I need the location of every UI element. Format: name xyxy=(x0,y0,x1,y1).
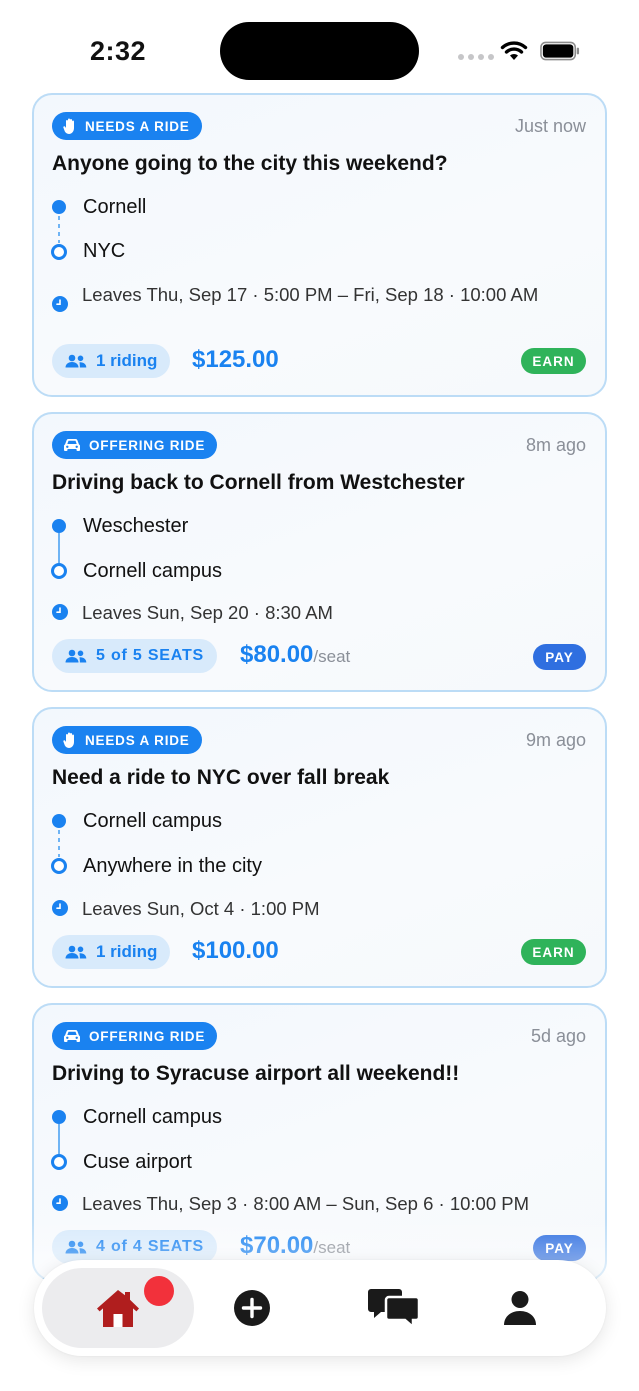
clock-icon xyxy=(52,900,68,916)
price-amount: $80.00 xyxy=(240,641,314,668)
add-icon xyxy=(234,1290,270,1326)
battery-icon xyxy=(540,41,580,61)
route-line xyxy=(58,533,60,563)
ride-price: $70.00/seat xyxy=(240,1232,350,1260)
ride-post-card[interactable]: OFFERING RIDE 5d ago Driving to Syracuse… xyxy=(32,1003,607,1281)
chat-bubbles-icon xyxy=(368,1289,421,1330)
seats-count-label: 4 of 4 SEATS xyxy=(96,1238,204,1255)
ride-price: $80.00/seat xyxy=(240,641,350,669)
post-time-ago: Just now xyxy=(514,116,586,136)
price-amount: $100.00 xyxy=(192,937,279,964)
ride-post-card[interactable]: NEEDS A RIDE 9m ago Need a ride to NYC o… xyxy=(32,707,607,988)
price-unit: /seat xyxy=(313,647,351,666)
origin-dot xyxy=(52,1110,66,1124)
earn-tag: EARN xyxy=(521,348,586,374)
destination-dot xyxy=(51,1154,67,1170)
home-icon xyxy=(97,1290,139,1327)
post-type-label: OFFERING RIDE xyxy=(89,1028,206,1044)
pay-tag: PAY xyxy=(533,1235,586,1261)
destination-place: Anywhere in the city xyxy=(83,855,262,877)
tab-profile[interactable] xyxy=(480,1268,560,1348)
seats-count-pill: 4 of 4 SEATS xyxy=(52,1230,217,1264)
destination-place: NYC xyxy=(83,240,126,262)
post-title: Driving back to Cornell from Westchester xyxy=(52,471,465,494)
departure-time: Leaves Sun, Oct 4 · 1:00 PM xyxy=(82,898,320,919)
car-icon xyxy=(64,438,80,451)
post-type-label: NEEDS A RIDE xyxy=(85,118,190,134)
destination-dot xyxy=(51,858,67,874)
post-title: Anyone going to the city this weekend? xyxy=(52,152,448,175)
tab-bar xyxy=(34,1260,606,1356)
departure-time: Leaves Sun, Sep 20 · 8:30 AM xyxy=(82,602,333,623)
ride-post-card[interactable]: OFFERING RIDE 8m ago Driving back to Cor… xyxy=(32,412,607,692)
destination-dot xyxy=(51,563,67,579)
wifi-icon xyxy=(500,41,528,60)
dynamic-island xyxy=(220,22,419,80)
post-type-badge: OFFERING RIDE xyxy=(52,431,218,459)
people-icon xyxy=(65,649,87,663)
ride-post-card[interactable]: NEEDS A RIDE Just now Anyone going to th… xyxy=(32,93,607,397)
post-time-ago: 9m ago xyxy=(525,730,586,750)
status-time: 2:32 xyxy=(90,36,147,66)
riders-count-pill: 1 riding xyxy=(52,344,171,378)
origin-place: Weschester xyxy=(83,515,189,537)
route-line xyxy=(58,830,60,857)
riders-count-label: 1 riding xyxy=(96,351,158,370)
tab-messages[interactable] xyxy=(344,1268,444,1348)
origin-dot xyxy=(52,200,66,214)
people-icon xyxy=(65,945,87,959)
departure-time: Leaves Thu, Sep 17 · 5:00 PM – Fri, Sep … xyxy=(82,284,539,305)
screen: 2:32 NEEDS A RIDE Just now Anyone going … xyxy=(0,0,639,1391)
status-bar: 2:32 xyxy=(0,0,639,90)
car-icon xyxy=(64,1029,80,1042)
clock-icon xyxy=(52,1195,68,1211)
cellular-signal-icon xyxy=(458,54,494,60)
clock-icon xyxy=(52,296,68,312)
tab-home[interactable] xyxy=(42,1268,194,1348)
route-line xyxy=(58,1124,60,1154)
route-line xyxy=(58,216,60,243)
origin-dot xyxy=(52,814,66,828)
origin-dot xyxy=(52,519,66,533)
raised-hand-icon xyxy=(63,732,74,748)
post-type-badge: NEEDS A RIDE xyxy=(52,112,202,140)
post-time-ago: 8m ago xyxy=(525,435,586,455)
destination-place: Cornell campus xyxy=(83,560,222,582)
pay-tag: PAY xyxy=(533,644,586,670)
price-amount: $125.00 xyxy=(192,346,279,373)
riders-count-pill: 1 riding xyxy=(52,935,171,969)
post-title: Need a ride to NYC over fall break xyxy=(52,766,390,789)
tab-create-post[interactable] xyxy=(212,1268,292,1348)
price-amount: $70.00 xyxy=(240,1232,314,1259)
earn-tag: EARN xyxy=(521,939,586,965)
destination-place: Cuse airport xyxy=(83,1151,192,1173)
departure-time: Leaves Thu, Sep 3 · 8:00 AM – Sun, Sep 6… xyxy=(82,1193,530,1214)
price-unit: /seat xyxy=(313,1238,351,1257)
post-time-ago: 5d ago xyxy=(530,1026,586,1046)
ride-price: $100.00 xyxy=(192,937,279,965)
ride-price: $125.00 xyxy=(192,346,279,374)
raised-hand-icon xyxy=(63,118,74,134)
origin-place: Cornell campus xyxy=(83,1106,222,1128)
seats-count-pill: 5 of 5 SEATS xyxy=(52,639,217,673)
post-title: Driving to Syracuse airport all weekend!… xyxy=(52,1062,460,1085)
post-type-label: NEEDS A RIDE xyxy=(85,732,190,748)
origin-place: Cornell campus xyxy=(83,810,222,832)
post-type-badge: NEEDS A RIDE xyxy=(52,726,202,754)
clock-icon xyxy=(52,604,68,620)
notification-badge xyxy=(144,1276,174,1306)
destination-dot xyxy=(51,244,67,260)
riders-count-label: 1 riding xyxy=(96,942,158,961)
seats-count-label: 5 of 5 SEATS xyxy=(96,647,204,664)
origin-place: Cornell xyxy=(83,196,147,218)
post-type-badge: OFFERING RIDE xyxy=(52,1022,218,1050)
person-icon xyxy=(504,1291,536,1325)
post-type-label: OFFERING RIDE xyxy=(89,437,206,453)
people-icon xyxy=(65,1240,87,1254)
people-icon xyxy=(65,354,87,368)
